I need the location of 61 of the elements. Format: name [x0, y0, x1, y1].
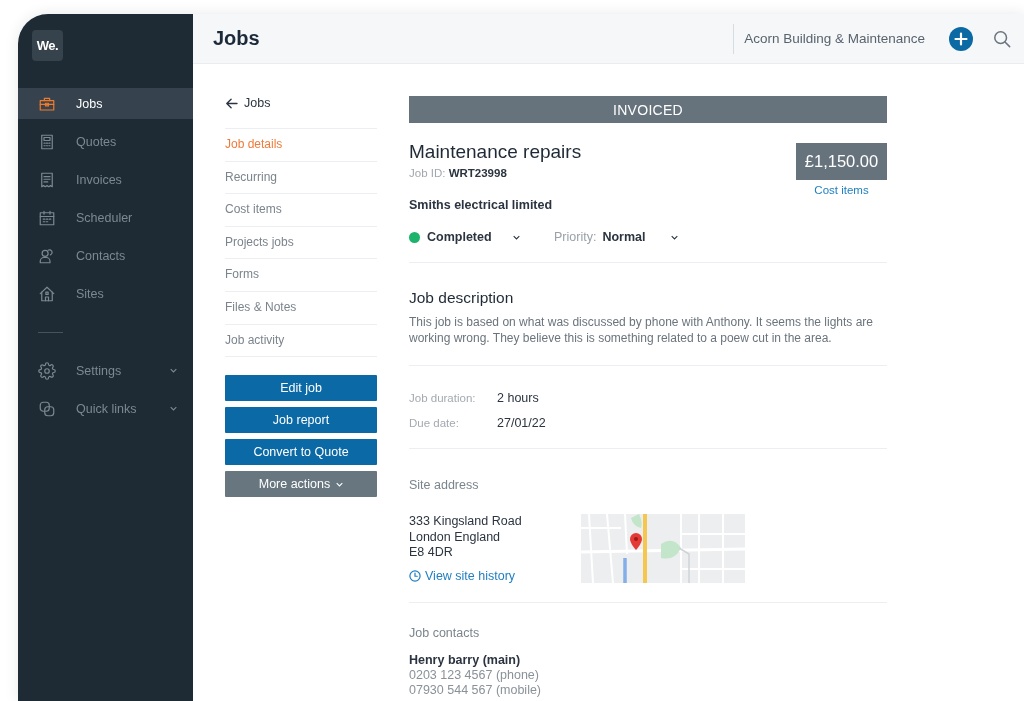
chevron-icon — [336, 481, 344, 487]
job-description: This job is based on what was discussed by phone with Anthony. It seems the lights are working wrong. They believe this is something related to a poew cut in the area. — [409, 314, 875, 346]
field-label: Due date: — [409, 417, 460, 429]
section-tab[interactable]: Job details — [225, 128, 377, 161]
clock-icon — [409, 569, 421, 582]
section-tab[interactable]: Files & Notes — [225, 290, 377, 324]
house-icon — [38, 284, 56, 303]
field-value: 27/01/22 — [497, 416, 546, 430]
action-button[interactable]: Edit job — [225, 375, 377, 402]
people-icon — [38, 246, 56, 265]
calculator-icon — [38, 132, 56, 151]
section-tab[interactable]: Forms — [225, 258, 377, 291]
sidebar-item[interactable]: Jobs — [18, 88, 193, 119]
field-value: 2 hours — [497, 391, 539, 405]
sidebar-item[interactable]: Quick links — [18, 393, 193, 424]
gear-icon — [38, 361, 56, 380]
sidebar-item[interactable]: Scheduler — [18, 202, 193, 233]
app-logo: We. — [32, 30, 63, 61]
sidebar-item[interactable]: Invoices — [18, 164, 193, 195]
section-heading: Site address — [409, 477, 480, 493]
section-heading: Job description — [409, 289, 515, 307]
customer-name: Smiths electrical limited — [409, 198, 554, 212]
section-tab[interactable]: Cost items — [225, 193, 377, 226]
company-name[interactable]: Acorn Building & Maintenance — [744, 31, 925, 46]
price-total: £1,150.00 — [796, 143, 887, 180]
action-button[interactable]: Job report — [225, 407, 377, 434]
contact-detail: 07930 544 567 (mobile) — [409, 682, 543, 698]
page-title: Jobs — [213, 27, 260, 50]
action-button[interactable]: Convert to Quote — [225, 439, 377, 466]
site-history-link[interactable]: View site history — [409, 567, 516, 584]
calendar-icon — [38, 208, 56, 227]
sidebar-item[interactable]: Settings — [18, 355, 193, 386]
back-arrow-icon — [225, 97, 238, 109]
contact-detail: 0203 123 4567 (phone) — [409, 667, 540, 683]
field-label: Job duration: — [409, 392, 477, 404]
address-line: 333 Kingsland Road — [409, 514, 523, 530]
cost-items-link[interactable]: Cost items — [814, 183, 869, 197]
sidebar-item[interactable]: Contacts — [18, 240, 193, 271]
section-heading: Job contacts — [409, 624, 481, 641]
linked-squares-icon — [38, 399, 56, 418]
back-link[interactable]: Jobs — [225, 96, 271, 110]
section-tab[interactable]: Recurring — [225, 160, 377, 194]
sidebar-item[interactable]: Sites — [18, 278, 193, 309]
status-banner: INVOICED — [409, 96, 887, 123]
priority-dropdown[interactable]: Priority: Normal — [554, 227, 680, 247]
add-icon[interactable] — [949, 26, 973, 51]
address-line: E8 4DR — [409, 545, 454, 561]
search-icon[interactable] — [993, 29, 1011, 48]
chevron-icon — [671, 234, 678, 240]
job-id: Job ID: WRT23998 — [409, 166, 508, 180]
job-title: Maintenance repairs — [409, 141, 582, 163]
address-line: London England — [409, 529, 502, 545]
status-dropdown[interactable]: Completed — [409, 227, 522, 247]
map-pin-icon — [630, 533, 642, 550]
chevron-icon — [513, 234, 520, 240]
receipt-icon — [38, 170, 56, 189]
contact-name: Henry barry (main) — [409, 652, 522, 668]
sidebar-item[interactable]: Quotes — [18, 126, 193, 157]
section-tab[interactable]: Projects jobs — [225, 225, 377, 259]
more-actions-button[interactable]: More actions — [225, 471, 377, 498]
section-tab[interactable]: Job activity — [225, 323, 377, 357]
